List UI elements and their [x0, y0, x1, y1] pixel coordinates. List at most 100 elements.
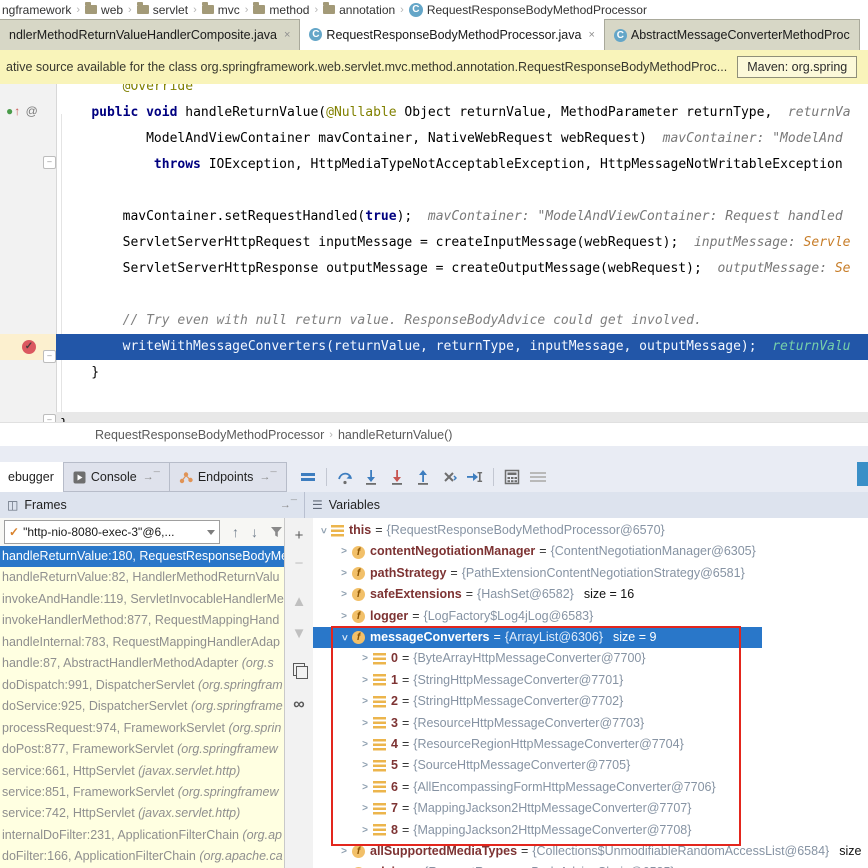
frames-panel-icon: ◫: [7, 498, 18, 512]
maven-source-button[interactable]: Maven: org.spring: [737, 56, 857, 78]
fold-marker-icon[interactable]: –: [43, 350, 56, 363]
infinity-icon[interactable]: ∞: [285, 694, 313, 716]
code-line[interactable]: ServletServerHttpRequest inputMessage = …: [56, 230, 868, 256]
code-line[interactable]: writeWithMessageConverters(returnValue, …: [56, 334, 868, 360]
editor-tab[interactable]: CAbstractMessageConverterMethodProc: [605, 19, 860, 50]
debug-tab-ebugger[interactable]: ebugger: [0, 462, 64, 492]
duplicate-icon[interactable]: [285, 658, 313, 680]
frame-down-icon[interactable]: ↓: [251, 524, 258, 540]
variable-row[interactable]: >this={RequestResponseBodyMethodProcesso…: [313, 520, 868, 541]
breadcrumb-item[interactable]: method: [253, 3, 309, 17]
chevron-collapsed-icon[interactable]: >: [338, 584, 350, 605]
frame-row[interactable]: handleInternal:783, RequestMappingHandle…: [0, 632, 284, 653]
breadcrumb-item[interactable]: servlet: [137, 3, 188, 17]
step-into-icon[interactable]: [358, 465, 384, 489]
frame-row[interactable]: service:851, FrameworkServlet (org.sprin…: [0, 782, 284, 803]
frame-row[interactable]: doService:925, DispatcherServlet (org.sp…: [0, 696, 284, 717]
editor-breadcrumb-item[interactable]: handleReturnValue(): [338, 428, 452, 442]
breadcrumb-item[interactable]: annotation: [323, 3, 395, 17]
frames-pin-icon[interactable]: →¯: [280, 499, 297, 511]
equals-sign: =: [413, 862, 420, 868]
variable-row[interactable]: >fadvice={RequestResponseBodyAdviceChain…: [313, 862, 868, 868]
code-line[interactable]: mavContainer.setRequestHandled(true); ma…: [56, 204, 868, 230]
breadcrumb-item[interactable]: web: [85, 3, 123, 17]
tab-pin-icon[interactable]: →¯: [143, 471, 160, 483]
code-text: );: [397, 209, 413, 224]
variable-row[interactable]: >fcontentNegotiationManager={ContentNego…: [313, 541, 868, 562]
frame-row[interactable]: handle:87, AbstractHandlerMethodAdapter …: [0, 653, 284, 674]
fold-marker-icon[interactable]: –: [43, 414, 56, 422]
code-line[interactable]: // Try even with null return value. Resp…: [56, 308, 868, 334]
editor-tab[interactable]: ndlerMethodReturnValueHandlerComposite.j…: [0, 19, 300, 50]
chevron-collapsed-icon[interactable]: >: [338, 541, 350, 562]
code-line[interactable]: @Override: [56, 84, 868, 100]
move-up-icon[interactable]: ▲: [285, 590, 313, 612]
code-text: [60, 157, 154, 172]
drop-frame-icon[interactable]: [436, 465, 462, 489]
frame-row[interactable]: service:661, HttpServlet (javax.servlet.…: [0, 761, 284, 782]
code-line[interactable]: public void handleReturnValue(@Nullable …: [56, 100, 868, 126]
breadcrumb-item[interactable]: CRequestResponseBodyMethodProcessor: [409, 3, 647, 17]
close-icon[interactable]: ×: [588, 29, 594, 41]
close-icon[interactable]: ×: [284, 29, 290, 41]
frame-row[interactable]: doDispatch:991, DispatcherServlet (org.s…: [0, 675, 284, 696]
code-line[interactable]: [56, 386, 868, 412]
move-down-icon[interactable]: ▼: [285, 622, 313, 644]
inline-debug-hint: Servle: [804, 235, 851, 250]
code-line[interactable]: [56, 282, 868, 308]
tab-label: Console: [91, 470, 137, 484]
frame-up-icon[interactable]: ↑: [232, 524, 239, 540]
code-text: [60, 105, 91, 120]
editor-breadcrumb-item[interactable]: RequestResponseBodyMethodProcessor: [95, 428, 324, 442]
tab-pin-icon[interactable]: →¯: [259, 471, 276, 483]
variable-row[interactable]: >fpathStrategy={PathExtensionContentNego…: [313, 563, 868, 584]
evaluate-expression-icon[interactable]: [499, 465, 525, 489]
breakpoint-icon[interactable]: ✓: [22, 340, 36, 354]
run-to-cursor-icon[interactable]: [462, 465, 488, 489]
frame-row[interactable]: handleReturnValue:82, HandlerMethodRetur…: [0, 567, 284, 588]
chevron-collapsed-icon[interactable]: >: [338, 606, 350, 627]
code-line[interactable]: }: [56, 412, 868, 422]
breadcrumb-label: method: [269, 3, 309, 17]
debug-tab-console[interactable]: Console →¯: [63, 462, 170, 492]
force-step-into-icon[interactable]: [384, 465, 410, 489]
breadcrumb-item[interactable]: ngframework: [2, 3, 71, 17]
variable-row[interactable]: >flogger={LogFactory$Log4jLog@6583}: [313, 606, 868, 627]
code-line[interactable]: ServletServerHttpResponse outputMessage …: [56, 256, 868, 282]
filter-icon[interactable]: [270, 526, 283, 538]
breadcrumb-item[interactable]: mvc: [202, 3, 240, 17]
code-line[interactable]: throws IOException, HttpMediaTypeNotAcce…: [56, 152, 868, 178]
folder-icon: [137, 5, 149, 14]
frame-row[interactable]: processRequest:974, FrameworkServlet (or…: [0, 718, 284, 739]
view-options-icon[interactable]: [295, 465, 321, 489]
variable-row[interactable]: >fsafeExtensions={HashSet@6582}size = 16: [313, 584, 868, 605]
trace-streams-icon[interactable]: [525, 465, 551, 489]
variable-name: contentNegotiationManager: [370, 541, 535, 562]
variable-name: safeExtensions: [370, 584, 462, 605]
debug-tab-endpoints[interactable]: Endpoints→¯: [169, 462, 287, 492]
step-over-icon[interactable]: [332, 465, 358, 489]
frame-row[interactable]: handleReturnValue:180, RequestResponseBo…: [0, 546, 284, 567]
frame-row[interactable]: invokeAndHandle:119, ServletInvocableHan…: [0, 589, 284, 610]
add-watch-icon[interactable]: +: [285, 524, 313, 546]
frame-row[interactable]: doFilter:166, ApplicationFilterChain (or…: [0, 846, 284, 867]
code-line[interactable]: ModelAndViewContainer mavContainer, Nati…: [56, 126, 868, 152]
override-gutter-icon[interactable]: ●↑ @: [6, 104, 39, 118]
frame-row[interactable]: invokeHandlerMethod:877, RequestMappingH…: [0, 610, 284, 631]
field-icon: f: [352, 845, 365, 858]
chevron-collapsed-icon[interactable]: >: [338, 862, 350, 868]
remove-watch-icon[interactable]: −: [285, 552, 313, 574]
code-line[interactable]: [56, 178, 868, 204]
chevron-collapsed-icon[interactable]: >: [338, 563, 350, 584]
thread-selector[interactable]: ✓ "http-nio-8080-exec-3"@6,...: [4, 520, 220, 544]
code-editor[interactable]: ✓ ●↑ @ – – – @Override public void handleRet…: [0, 84, 868, 422]
fold-marker-icon[interactable]: –: [43, 156, 56, 169]
frame-row[interactable]: service:742, HttpServlet (javax.servlet.…: [0, 803, 284, 824]
step-out-icon[interactable]: [410, 465, 436, 489]
code-line[interactable]: }: [56, 360, 868, 386]
frame-row[interactable]: doPost:877, FrameworkServlet (org.spring…: [0, 739, 284, 760]
frame-text: processRequest:974, FrameworkServlet: [2, 721, 228, 735]
editor-gutter[interactable]: ✓ ●↑ @ – – –: [0, 84, 57, 422]
editor-tab[interactable]: CRequestResponseBodyMethodProcessor.java…: [300, 19, 604, 50]
frame-row[interactable]: internalDoFilter:231, ApplicationFilterC…: [0, 825, 284, 846]
